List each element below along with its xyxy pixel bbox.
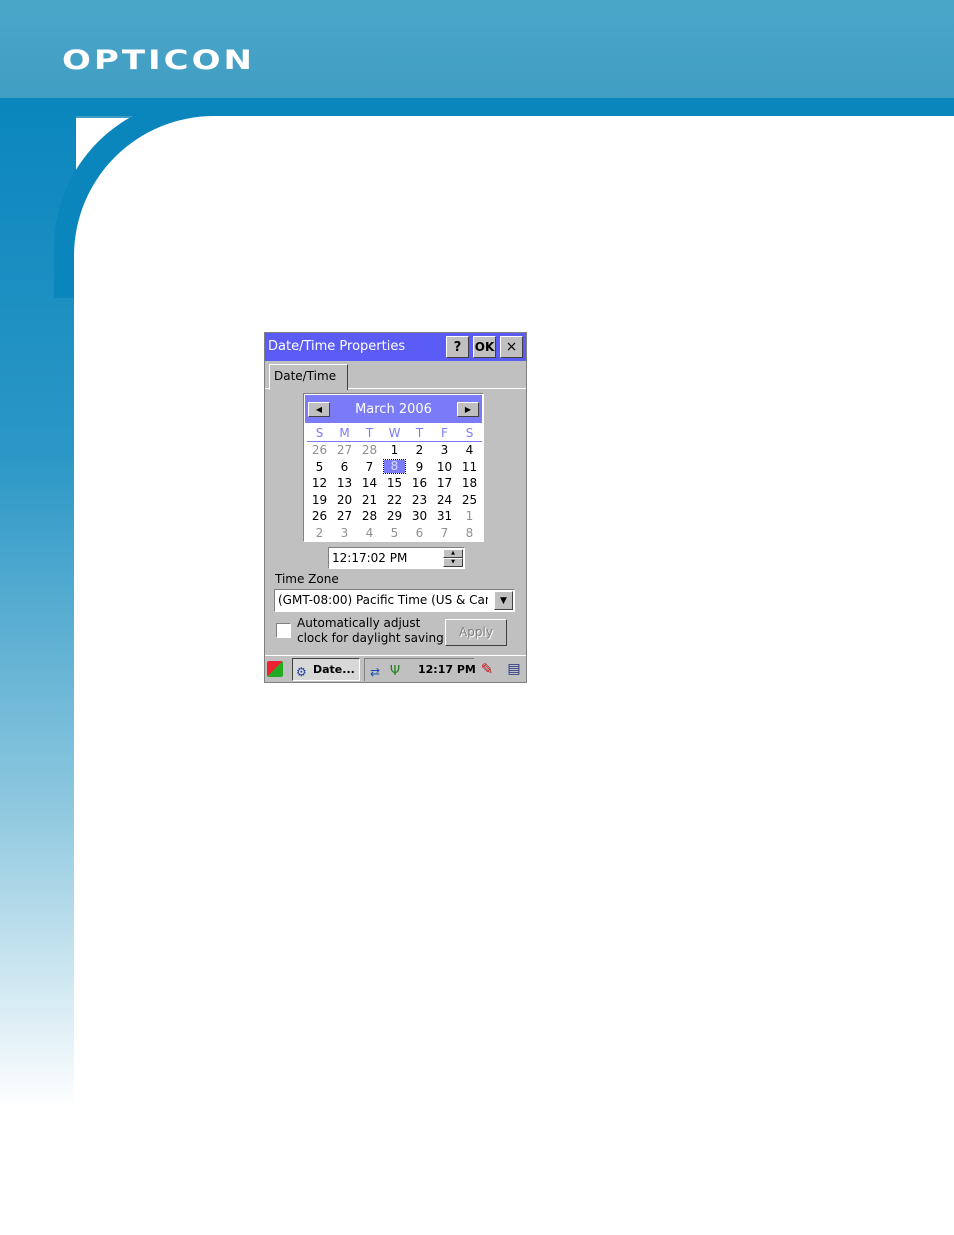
weekday-label: F bbox=[441, 426, 448, 440]
calendar-day[interactable]: 21 bbox=[357, 492, 382, 509]
calendar-day[interactable]: 8 bbox=[457, 525, 482, 542]
date-time-dialog: Date/Time Properties ? OK × Date/Time ◀ … bbox=[264, 332, 527, 683]
calendar-day[interactable]: 25 bbox=[457, 492, 482, 509]
calendar-day[interactable]: 3 bbox=[432, 442, 457, 459]
calendar-day[interactable]: 27 bbox=[332, 442, 357, 459]
weekday-label: M bbox=[339, 426, 350, 440]
show-desktop-icon[interactable]: ▤ bbox=[505, 660, 523, 678]
weekday-label: T bbox=[365, 426, 374, 440]
weekday-label: W bbox=[388, 426, 401, 440]
calendar-day[interactable]: 18 bbox=[457, 475, 482, 492]
start-windows-icon[interactable] bbox=[267, 661, 283, 677]
calendar-day[interactable]: 1 bbox=[382, 442, 407, 459]
calendar-day[interactable]: 20 bbox=[332, 492, 357, 509]
system-tray: ⇄ Ψ 12:17 PM bbox=[364, 658, 476, 681]
taskbar-date-window-button[interactable]: ⚙ Date... bbox=[292, 658, 360, 681]
calendar-day[interactable]: 9 bbox=[407, 459, 432, 476]
calendar-header: ◀ March 2006 ▶ bbox=[305, 395, 482, 423]
calendar-day[interactable]: 5 bbox=[382, 525, 407, 542]
calendar-week-row: 26 27 28 1 2 3 4 bbox=[307, 442, 483, 459]
opticon-logo: OPTICON bbox=[62, 44, 255, 77]
help-button[interactable]: ? bbox=[446, 336, 469, 358]
daylight-saving-checkbox[interactable] bbox=[276, 623, 291, 638]
calendar-week-row: 19 20 21 22 23 24 25 bbox=[307, 492, 483, 509]
right-triangle-icon: ▶ bbox=[464, 405, 472, 414]
time-zone-dropdown[interactable]: (GMT-08:00) Pacific Time (US & Can ▼ bbox=[274, 589, 515, 612]
calendar-day[interactable]: 5 bbox=[307, 459, 332, 476]
calendar-week-row: 12 13 14 15 16 17 18 bbox=[307, 475, 483, 492]
calendar-day[interactable]: 13 bbox=[332, 475, 357, 492]
calendar-day[interactable]: 26 bbox=[307, 508, 332, 525]
taskbar-task-label: Date... bbox=[313, 663, 355, 676]
calendar-day[interactable]: 4 bbox=[457, 442, 482, 459]
spin-down-button[interactable]: ▼ bbox=[443, 558, 463, 567]
clock-app-icon: ⚙ bbox=[296, 665, 307, 679]
calendar-day[interactable]: 22 bbox=[382, 492, 407, 509]
calendar-day[interactable]: 10 bbox=[432, 459, 457, 476]
time-spinner: ▲ ▼ bbox=[443, 549, 463, 567]
time-picker[interactable]: 12:17:02 PM ▲ ▼ bbox=[328, 547, 465, 569]
down-triangle-icon: ▼ bbox=[451, 559, 455, 565]
calendar-day[interactable]: 3 bbox=[332, 525, 357, 542]
daylight-label-line1: Automatically adjust bbox=[297, 616, 421, 630]
calendar-day[interactable]: 7 bbox=[432, 525, 457, 542]
calendar-day[interactable]: 19 bbox=[307, 492, 332, 509]
calendar-day[interactable]: 17 bbox=[432, 475, 457, 492]
time-zone-label: Time Zone bbox=[275, 572, 339, 586]
tab-label: Date/Time bbox=[274, 369, 337, 383]
calendar-day[interactable]: 6 bbox=[407, 525, 432, 542]
month-calendar: ◀ March 2006 ▶ SMTWTFS 26 27 28 1 2 3 4 5 6 7 8 9 10… bbox=[303, 393, 484, 542]
calendar-day[interactable]: 14 bbox=[357, 475, 382, 492]
calendar-day[interactable]: 23 bbox=[407, 492, 432, 509]
calendar-day[interactable]: 15 bbox=[382, 475, 407, 492]
dropdown-arrow-button[interactable]: ▼ bbox=[494, 591, 513, 610]
signal-antenna-icon[interactable]: Ψ bbox=[386, 663, 404, 681]
calendar-day[interactable]: 26 bbox=[307, 442, 332, 459]
weekday-header-row: S M TWT F S bbox=[307, 425, 482, 442]
dialog-title: Date/Time Properties bbox=[268, 339, 406, 354]
next-month-button[interactable]: ▶ bbox=[457, 402, 479, 417]
calendar-day[interactable]: 2 bbox=[307, 525, 332, 542]
calendar-day[interactable]: 7 bbox=[357, 459, 382, 476]
daylight-label-line2: clock for daylight saving bbox=[297, 631, 444, 645]
calendar-day[interactable]: 8 bbox=[383, 458, 406, 474]
calendar-day[interactable]: 6 bbox=[332, 459, 357, 476]
calendar-day[interactable]: 31 bbox=[432, 508, 457, 525]
calendar-month-label[interactable]: March 2006 bbox=[305, 402, 482, 417]
tab-date-time[interactable]: Date/Time bbox=[269, 364, 348, 390]
calendar-week-row: 2345678 bbox=[307, 525, 483, 542]
calendar-day[interactable]: 1 bbox=[457, 508, 482, 525]
chevron-down-icon: ▼ bbox=[500, 595, 507, 606]
calendar-day[interactable]: 12 bbox=[307, 475, 332, 492]
calendar-day[interactable]: 29 bbox=[382, 508, 407, 525]
taskbar: ⚙ Date... ⇄ Ψ 12:17 PM ✎ ▤ bbox=[265, 655, 526, 682]
calendar-day[interactable]: 30 bbox=[407, 508, 432, 525]
taskbar-clock[interactable]: 12:17 PM bbox=[418, 663, 476, 676]
time-zone-value: (GMT-08:00) Pacific Time (US & Can bbox=[278, 593, 488, 607]
weekday-label: S bbox=[465, 426, 474, 440]
apply-button[interactable]: Apply bbox=[445, 619, 507, 646]
calendar-day[interactable]: 11 bbox=[457, 459, 482, 476]
calendar-day[interactable]: 16 bbox=[407, 475, 432, 492]
time-value[interactable]: 12:17:02 PM bbox=[332, 551, 407, 565]
calendar-grid: SMTWTFS 26 27 28 1 2 3 4 5 6 7 8 9 10 11 12 13 14 15 16 17 1… bbox=[307, 425, 483, 541]
ok-button[interactable]: OK bbox=[473, 336, 496, 358]
spin-up-button[interactable]: ▲ bbox=[443, 549, 463, 558]
weekday-label: S bbox=[315, 426, 324, 440]
calendar-day[interactable]: 4 bbox=[357, 525, 382, 542]
calendar-day[interactable]: 2 bbox=[407, 442, 432, 459]
calendar-day[interactable]: 28 bbox=[357, 442, 382, 459]
daylight-saving-label[interactable]: Automatically adjust clock for daylight … bbox=[297, 616, 444, 646]
up-triangle-icon: ▲ bbox=[451, 550, 455, 556]
calendar-day[interactable]: 24 bbox=[432, 492, 457, 509]
calendar-day[interactable]: 27 bbox=[332, 508, 357, 525]
calendar-week-row: 5 6 7 8 9 10 11 bbox=[307, 458, 483, 476]
calendar-day[interactable]: 28 bbox=[357, 508, 382, 525]
dialog-titlebar: Date/Time Properties ? OK × bbox=[265, 333, 526, 361]
network-icon[interactable]: ⇄ bbox=[366, 663, 384, 681]
weekday-label: T bbox=[415, 426, 424, 440]
input-panel-pen-icon[interactable]: ✎ bbox=[478, 660, 496, 678]
calendar-week-row: 26 27 28 29 30 31 1 bbox=[307, 508, 483, 525]
close-button[interactable]: × bbox=[500, 336, 523, 358]
